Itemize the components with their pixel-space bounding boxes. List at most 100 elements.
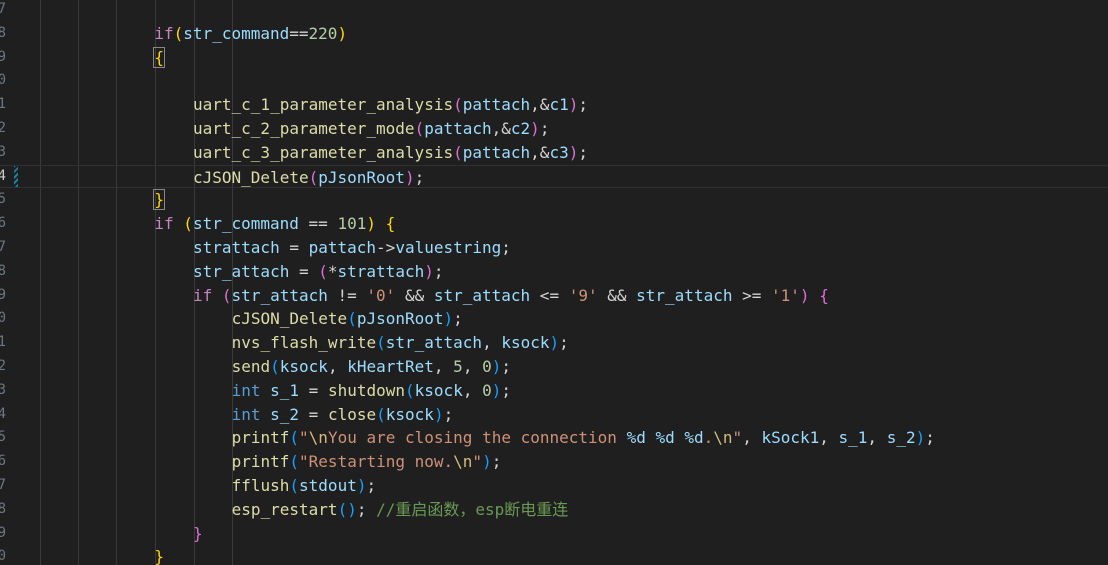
code-token: %d [626, 428, 646, 448]
code-token: ) [530, 119, 540, 138]
code-token: '1' [771, 285, 800, 305]
code-token: ; [578, 95, 588, 115]
code-token: = [299, 404, 328, 424]
code-token: \n [308, 428, 328, 448]
code-token: ; [414, 167, 425, 187]
code-token: ( [414, 119, 425, 138]
code-token: , [462, 380, 483, 400]
code-token: ksock [279, 357, 328, 376]
code-token: ksock [414, 380, 463, 400]
code-token: ( [289, 452, 300, 472]
code-token: ; [491, 452, 502, 472]
code-line[interactable]: strattach = pattach->valuestring; [0, 236, 1108, 260]
code-token: >= [732, 285, 771, 305]
code-line[interactable] [0, 0, 1108, 22]
code-line[interactable]: esp_restart(); //重启函数，esp断电重连 [0, 498, 1108, 522]
code-token: = [279, 238, 309, 257]
code-token: , [433, 357, 454, 376]
code-token: ( [308, 167, 319, 187]
code-token: . [703, 428, 714, 448]
code-line[interactable]: fflush(stdout); [0, 474, 1108, 498]
code-token: ; [443, 404, 454, 424]
code-token: = [299, 380, 328, 400]
code-token: 0 [482, 380, 492, 400]
code-token: { [385, 214, 396, 234]
code-token: ; [453, 309, 463, 329]
code-token: c1 [549, 95, 569, 115]
code-token: pattach [462, 142, 531, 162]
code-line[interactable]: uart_c_2_parameter_mode(pattach,&c2); [0, 117, 1108, 141]
code-token: ( [173, 23, 184, 43]
code-token: , [819, 428, 839, 448]
code-token: && [597, 285, 637, 305]
code-line[interactable]: if (str_attach != '0' && str_attach <= '… [0, 284, 1108, 308]
code-token: ( [453, 95, 463, 115]
code-token: cJSON_Delete [193, 167, 309, 187]
code-token: , [867, 428, 887, 448]
code-line[interactable]: send(ksock, kHeartRet, 5, 0); [0, 355, 1108, 379]
code-line[interactable]: cJSON_Delete(pJsonRoot); [0, 164, 1108, 189]
code-token: str_attach [231, 285, 328, 305]
code-token: pJsonRoot [318, 167, 405, 187]
code-token: == [298, 214, 338, 234]
code-token: kHeartRet [347, 357, 434, 376]
code-token: ( [183, 214, 193, 234]
code-area[interactable]: if(str_command==220){uart_c_1_parameter_… [0, 0, 1108, 565]
code-line[interactable]: } [0, 545, 1108, 565]
code-line[interactable]: str_attach = (*strattach); [0, 260, 1108, 284]
code-token: ) [568, 95, 579, 115]
code-line[interactable]: { [0, 46, 1108, 70]
code-token: , [462, 357, 483, 376]
code-token: ; [501, 357, 511, 376]
code-token: ; [433, 261, 444, 281]
code-token: , [327, 357, 348, 376]
code-line[interactable]: printf("Restarting now.\n"); [0, 450, 1108, 474]
code-line[interactable]: if(str_command==220) [0, 22, 1108, 46]
code-token: ( [318, 261, 328, 281]
code-token: ) [915, 428, 926, 448]
code-line[interactable]: if (str_command == 101) { [0, 212, 1108, 236]
code-token: esp_restart [231, 499, 338, 519]
code-line[interactable]: uart_c_1_parameter_analysis(pattach,&c1)… [0, 93, 1108, 117]
code-token: = [289, 261, 319, 281]
code-token: " [732, 428, 743, 448]
code-token: { [819, 285, 829, 305]
code-token: 220 [308, 23, 338, 43]
code-token: str_attach [433, 285, 531, 305]
code-token: str_attach [636, 285, 733, 305]
code-line[interactable]: uart_c_3_parameter_analysis(pattach,&c3)… [0, 141, 1108, 165]
code-token: ,& [530, 95, 550, 115]
code-line[interactable]: int s_1 = shutdown(ksock, 0); [0, 379, 1108, 403]
code-token: uart_c_2_parameter_mode [193, 119, 415, 138]
code-token: s_2 [270, 404, 300, 424]
code-line[interactable]: printf("\nYou are closing the connection… [0, 426, 1108, 450]
code-line[interactable] [0, 69, 1108, 93]
code-line[interactable]: nvs_flash_write(str_attach, ksock); [0, 331, 1108, 355]
code-token: ( [453, 142, 463, 162]
code-token: strattach [193, 238, 280, 257]
code-token: 101 [337, 214, 367, 234]
code-token: close [327, 404, 377, 424]
code-token: ksock [501, 333, 550, 353]
code-token: ( [270, 357, 280, 376]
code-token: printf [231, 428, 290, 448]
code-token: -> [376, 238, 396, 257]
code-line[interactable]: } [0, 522, 1108, 546]
code-line[interactable]: } [0, 188, 1108, 212]
code-line[interactable]: int s_2 = close(ksock); [0, 403, 1108, 427]
code-token: send [231, 357, 271, 376]
code-token: ; [366, 476, 377, 495]
code-token: 0 [482, 357, 492, 376]
code-token: ) [482, 452, 492, 472]
code-token: ) [568, 142, 579, 162]
code-token: * [327, 261, 338, 281]
code-token: } [193, 523, 203, 543]
code-token: '9' [568, 285, 598, 305]
code-token: ) [433, 404, 444, 424]
code-token: ; [539, 119, 550, 138]
code-editor[interactable]: 789012345678901234567890 if(str_command=… [0, 0, 1108, 565]
code-line[interactable]: cJSON_Delete(pJsonRoot); [0, 307, 1108, 331]
